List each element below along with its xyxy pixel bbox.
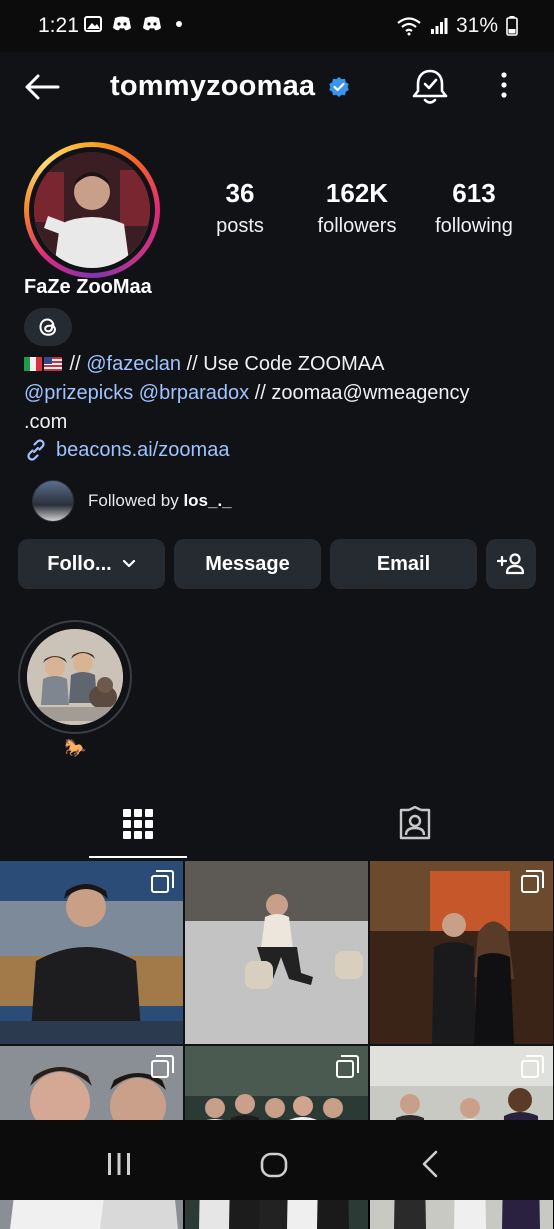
wifi-icon bbox=[397, 17, 421, 36]
story-highlight[interactable] bbox=[18, 620, 132, 734]
android-navigation-bar bbox=[0, 1120, 554, 1200]
active-tab-indicator bbox=[89, 856, 187, 858]
status-bar: 1:21 31% bbox=[0, 0, 554, 52]
tab-tagged[interactable] bbox=[323, 790, 507, 858]
signal-icon bbox=[430, 18, 448, 34]
back-icon[interactable] bbox=[420, 1150, 440, 1178]
profile-avatar[interactable] bbox=[24, 142, 160, 278]
stat-label: followers bbox=[317, 215, 397, 237]
stat-label: following bbox=[435, 215, 513, 237]
mention-prizepicks[interactable]: @prizepicks bbox=[24, 382, 133, 404]
stat-value: 36 bbox=[225, 178, 255, 208]
battery-percent: 31% bbox=[455, 14, 498, 37]
status-time: 1:21 bbox=[38, 14, 79, 37]
gallery-icon bbox=[84, 16, 102, 32]
multiple-photos-icon bbox=[336, 1055, 359, 1078]
avatar-photo bbox=[34, 152, 150, 268]
stat-value: 162K bbox=[325, 178, 389, 208]
avatar bbox=[32, 480, 74, 522]
mention-fazeclan[interactable]: @fazeclan bbox=[86, 353, 181, 375]
followed-by-row[interactable]: Followed by los_._ bbox=[32, 480, 232, 522]
message-button[interactable]: Message bbox=[174, 539, 321, 589]
bio: // @fazeclan // Use Code ZOOMAA @prizepi… bbox=[24, 350, 534, 437]
profile-tabs bbox=[0, 790, 554, 858]
bio-line-1: // @fazeclan // Use Code ZOOMAA bbox=[24, 350, 534, 379]
threads-badge[interactable] bbox=[24, 308, 72, 346]
home-icon[interactable] bbox=[260, 1152, 288, 1178]
bio-text: // Use Code ZOOMAA bbox=[181, 353, 385, 375]
followed-by-username: los_._ bbox=[183, 491, 232, 510]
discord-icon bbox=[113, 16, 131, 31]
discord-icon bbox=[143, 16, 161, 31]
display-name: FaZe ZooMaa bbox=[24, 276, 152, 298]
multiple-photos-icon bbox=[151, 1055, 174, 1078]
battery-icon bbox=[506, 16, 518, 36]
more-notifications-dot-icon bbox=[176, 21, 182, 27]
button-label: Email bbox=[376, 552, 431, 575]
following-dropdown-button[interactable]: Follo... bbox=[18, 539, 165, 589]
external-link-text: beacons.ai/zoomaa bbox=[56, 438, 230, 461]
recent-apps-icon[interactable] bbox=[106, 1152, 132, 1176]
kebab-menu-icon[interactable] bbox=[494, 70, 514, 100]
post-thumbnail[interactable] bbox=[0, 861, 183, 1044]
external-link[interactable]: beacons.ai/zoomaa bbox=[24, 438, 229, 462]
multiple-photos-icon bbox=[521, 870, 544, 893]
italy-flag-icon bbox=[24, 357, 42, 371]
grid-icon bbox=[123, 809, 153, 839]
back-arrow-icon[interactable] bbox=[22, 72, 62, 102]
chevron-down-icon bbox=[122, 559, 135, 568]
tagged-person-icon bbox=[399, 806, 431, 840]
stat-value: 613 bbox=[452, 178, 496, 208]
multiple-photos-icon bbox=[521, 1055, 544, 1078]
post-thumbnail[interactable] bbox=[370, 861, 553, 1044]
multiple-photos-icon bbox=[151, 870, 174, 893]
top-navigation: tommyzoomaa bbox=[0, 52, 554, 122]
status-right: 31% bbox=[396, 14, 518, 38]
tab-posts-grid[interactable] bbox=[46, 790, 230, 858]
stat-label: posts bbox=[216, 215, 264, 237]
bell-check-icon[interactable] bbox=[412, 68, 448, 106]
add-person-icon bbox=[497, 553, 525, 575]
button-label: Message bbox=[205, 552, 290, 575]
suggested-users-button[interactable] bbox=[486, 539, 536, 589]
button-label: Follo... bbox=[47, 552, 112, 575]
notification-icons bbox=[84, 16, 182, 32]
post-thumbnail[interactable] bbox=[185, 861, 368, 1044]
link-icon bbox=[27, 439, 45, 461]
bio-text: // zoomaa@wmeagency bbox=[249, 382, 470, 404]
bio-line-3: .com bbox=[24, 411, 68, 433]
bio-line-2: @prizepicks @brparadox // zoomaa@wmeagen… bbox=[24, 379, 534, 408]
profile-username: tommyzoomaa bbox=[110, 70, 316, 102]
profile-screen: tommyzoomaa 36 posts 162K followers 613 … bbox=[0, 52, 554, 1229]
followers-count[interactable]: 162K followers bbox=[297, 178, 417, 238]
verified-badge-icon bbox=[329, 77, 349, 97]
usa-flag-icon bbox=[44, 357, 62, 371]
bio-separator: // bbox=[64, 353, 87, 375]
email-button[interactable]: Email bbox=[330, 539, 477, 589]
highlight-label: 🐎 bbox=[64, 738, 87, 758]
mention-brparadox[interactable]: @brparadox bbox=[139, 382, 249, 404]
threads-icon bbox=[39, 318, 57, 336]
following-count[interactable]: 613 following bbox=[414, 178, 534, 238]
highlight-cover-photo bbox=[27, 629, 123, 725]
followed-by-text: Followed by los_._ bbox=[88, 491, 232, 510]
posts-count[interactable]: 36 posts bbox=[180, 178, 300, 238]
